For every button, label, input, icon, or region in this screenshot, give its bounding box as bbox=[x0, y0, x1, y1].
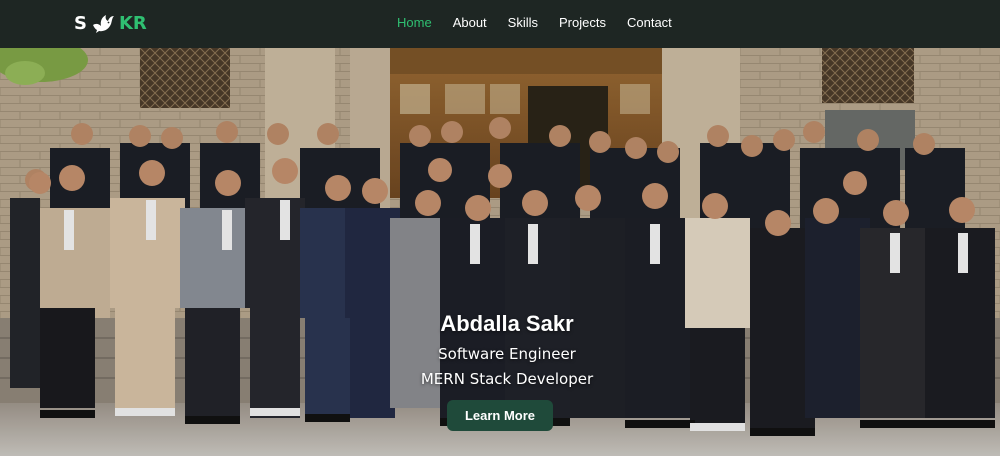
hero-text-block: Abdalla Sakr Software Engineer MERN Stac… bbox=[0, 311, 1000, 388]
main-nav: Home About Skills Projects Contact bbox=[397, 15, 672, 30]
nav-home[interactable]: Home bbox=[397, 15, 432, 30]
nav-about[interactable]: About bbox=[453, 15, 487, 30]
learn-more-button[interactable]: Learn More bbox=[447, 400, 553, 431]
logo-letters-right: KR bbox=[118, 12, 147, 34]
hero-overlay bbox=[0, 48, 1000, 456]
nav-skills[interactable]: Skills bbox=[508, 15, 538, 30]
top-navbar: S KR Home About Skills Projects Contact bbox=[0, 0, 1000, 48]
hero-name: Abdalla Sakr bbox=[440, 311, 574, 336]
nav-contact[interactable]: Contact bbox=[627, 15, 672, 30]
dove-icon bbox=[92, 15, 114, 33]
site-logo[interactable]: S KR bbox=[74, 12, 147, 34]
hero-section: Abdalla Sakr Software Engineer MERN Stac… bbox=[0, 48, 1000, 456]
hero-role-secondary: MERN Stack Developer bbox=[420, 370, 594, 388]
logo-letter-left: S bbox=[74, 12, 87, 34]
hero-role-primary: Software Engineer bbox=[438, 345, 576, 363]
nav-projects[interactable]: Projects bbox=[559, 15, 606, 30]
